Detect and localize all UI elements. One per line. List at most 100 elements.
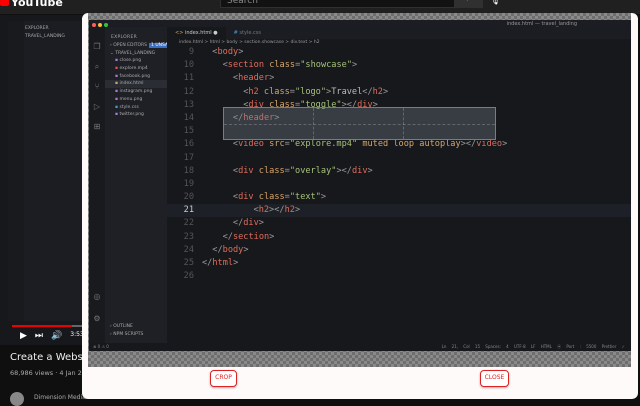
video-player[interactable]: EXPLORER TRAVEL_LANDING ▶ ⏭ 🔊 3:53 <box>0 15 84 345</box>
file-name: style.css <box>119 104 139 110</box>
line-number: 14 <box>183 112 194 123</box>
code-text: </html> <box>202 258 239 268</box>
video-folder-label: TRAVEL_LANDING <box>25 34 65 39</box>
code-line[interactable]: 18 <div class="overlay"></div> <box>167 165 631 178</box>
volume-icon[interactable]: 🔊 <box>51 331 62 341</box>
file-name: close.png <box>119 58 142 64</box>
line-number: 18 <box>183 165 194 176</box>
next-icon[interactable]: ⏭ <box>35 331 43 341</box>
line-number: 23 <box>183 231 194 242</box>
line-number: 22 <box>183 218 194 229</box>
video-activity-bar <box>8 21 24 321</box>
code-text: <div class="text"> <box>232 192 327 203</box>
code-line[interactable]: 23 </section> <box>167 231 631 244</box>
file-name: explore.mp4 <box>119 66 148 72</box>
code-text: <video src="explore.mp4" muted loop auto… <box>232 139 508 150</box>
code-line[interactable]: 16 <video src="explore.mp4" muted loop au… <box>167 138 631 151</box>
code-line[interactable]: 10 <section class="showcase"> <box>167 59 631 72</box>
file-name: twitter.png <box>119 112 144 118</box>
youtube-play-logo-icon <box>0 0 9 6</box>
file-item[interactable]: ▪ menu.png <box>105 96 167 104</box>
file-item[interactable]: ▪ style.css <box>105 104 167 112</box>
youtube-logo[interactable]: YouTube <box>0 0 63 9</box>
gear-icon[interactable]: ⚙ <box>89 309 105 329</box>
code-line[interactable]: 12 <h2 class="logo">Travel</h2> <box>167 86 631 99</box>
code-text: <header> <box>232 73 275 84</box>
source-control-icon[interactable]: ⑂ <box>89 77 105 97</box>
folder-label: TRAVEL_LANDING <box>115 50 156 56</box>
code-text: <div class="overlay"></div> <box>232 165 373 176</box>
mic-icon[interactable]: 🎙 <box>490 0 500 5</box>
line-number: 16 <box>183 139 194 150</box>
outline-label: OUTLINE <box>113 324 133 329</box>
line-number: 26 <box>183 271 194 282</box>
code-text: <body> <box>212 47 244 57</box>
code-line[interactable]: 17 <box>167 152 631 165</box>
crop-button[interactable]: CROP <box>210 370 237 387</box>
line-number: 11 <box>183 73 194 84</box>
open-editors-section[interactable]: › OPEN EDITORS 1 UNSAVED <box>105 42 180 50</box>
file-item[interactable]: ▪ twitter.png <box>105 111 167 119</box>
line-number: 21 <box>183 205 194 216</box>
folder-travel-landing[interactable]: ⌄ TRAVEL_LANDING <box>105 50 167 58</box>
code-line[interactable]: 21 <h2></h2> <box>167 204 631 218</box>
tab-label: index.html ● <box>184 30 218 36</box>
line-number: 25 <box>183 258 194 268</box>
line-number: 13 <box>183 99 194 110</box>
run-debug-icon[interactable]: ▷ <box>89 97 105 117</box>
search-icon: ⌕ <box>467 0 471 3</box>
search-input[interactable]: Search <box>220 0 455 8</box>
close-button[interactable]: CLOSE <box>480 370 509 387</box>
logo-text: YouTube <box>11 0 63 9</box>
search-button[interactable]: ⌕ <box>455 0 483 8</box>
files-icon[interactable]: ❐ <box>89 37 105 57</box>
code-line[interactable]: 11 <header> <box>167 72 631 85</box>
code-line[interactable]: 22 </div> <box>167 217 631 230</box>
file-item[interactable]: ▪ index.html <box>105 80 167 89</box>
tab-label: style.css <box>239 30 261 36</box>
editor-tabs: <> index.html ● # style.css <box>167 27 631 39</box>
file-name: facebook.png <box>119 73 151 79</box>
file-item[interactable]: ▪ facebook.png <box>105 73 167 81</box>
npm-scripts-label: NPM SCRIPTS <box>113 331 144 337</box>
account-icon[interactable]: ◎ <box>89 287 105 307</box>
video-frame: EXPLORER TRAVEL_LANDING <box>8 21 82 321</box>
line-number: 17 <box>183 152 194 163</box>
code-line[interactable]: 24 </body> <box>167 244 631 257</box>
tab-index-html[interactable]: <> index.html ● <box>167 27 226 39</box>
explorer-header: EXPLORER <box>111 35 138 40</box>
problems-indicator[interactable]: ⊗ 0 ⚠ 0 <box>93 344 109 349</box>
line-number: 24 <box>183 244 194 255</box>
code-line[interactable]: 26 <box>167 270 631 283</box>
status-right-items[interactable]: Ln 21, Col 15 Spaces: 4 UTF-8 LF HTML ⦿ … <box>442 343 625 351</box>
code-area[interactable]: 9 <body> 10 <section class="showcase"> 11 <he… <box>167 46 631 283</box>
code-line[interactable]: 9 <body> <box>167 46 631 59</box>
code-line[interactable]: 20 <div class="text"> <box>167 191 631 204</box>
video-progress-bar[interactable] <box>12 325 82 327</box>
file-item[interactable]: ▪ close.png <box>105 57 167 65</box>
activity-bar: ❐ ⌕ ⑂ ▷ ⊞ ◎ ⚙ <box>89 23 108 343</box>
tab-style-css[interactable]: # style.css <box>226 27 269 39</box>
screenshot-preview: index.html — travel_landing ❐ ⌕ ⑂ ▷ ⊞ ◎ … <box>89 20 631 351</box>
file-item[interactable]: ▪ explore.mp4 <box>105 65 167 73</box>
outline-section[interactable]: › OUTLINE <box>105 323 167 331</box>
code-line[interactable]: 25 </html> <box>167 257 631 270</box>
play-icon[interactable]: ▶ <box>20 331 27 341</box>
channel-avatar[interactable] <box>10 392 24 406</box>
line-number: 20 <box>183 192 194 203</box>
status-bar: ⊗ 0 ⚠ 0 Ln 21, Col 15 Spaces: 4 UTF-8 LF… <box>89 343 631 351</box>
code-text: <h2 class="logo">Travel</h2> <box>243 86 389 97</box>
screenshot-crop-modal: index.html — travel_landing ❐ ⌕ ⑂ ▷ ⊞ ◎ … <box>82 13 638 399</box>
search-icon[interactable]: ⌕ <box>89 57 105 77</box>
code-line[interactable]: 19 <box>167 178 631 191</box>
code-editor[interactable]: <> index.html ● # style.css index.html >… <box>167 27 631 343</box>
progress-fill <box>12 325 72 327</box>
extensions-icon[interactable]: ⊞ <box>89 117 105 137</box>
npm-scripts-section[interactable]: › NPM SCRIPTS <box>105 331 167 339</box>
video-sidebar: EXPLORER TRAVEL_LANDING <box>25 25 65 41</box>
crop-selection[interactable] <box>223 107 496 140</box>
line-number: 12 <box>183 86 194 97</box>
file-item[interactable]: ▪ instagram.png <box>105 88 167 96</box>
css-file-icon: # <box>233 30 238 36</box>
line-number: 15 <box>183 126 194 137</box>
